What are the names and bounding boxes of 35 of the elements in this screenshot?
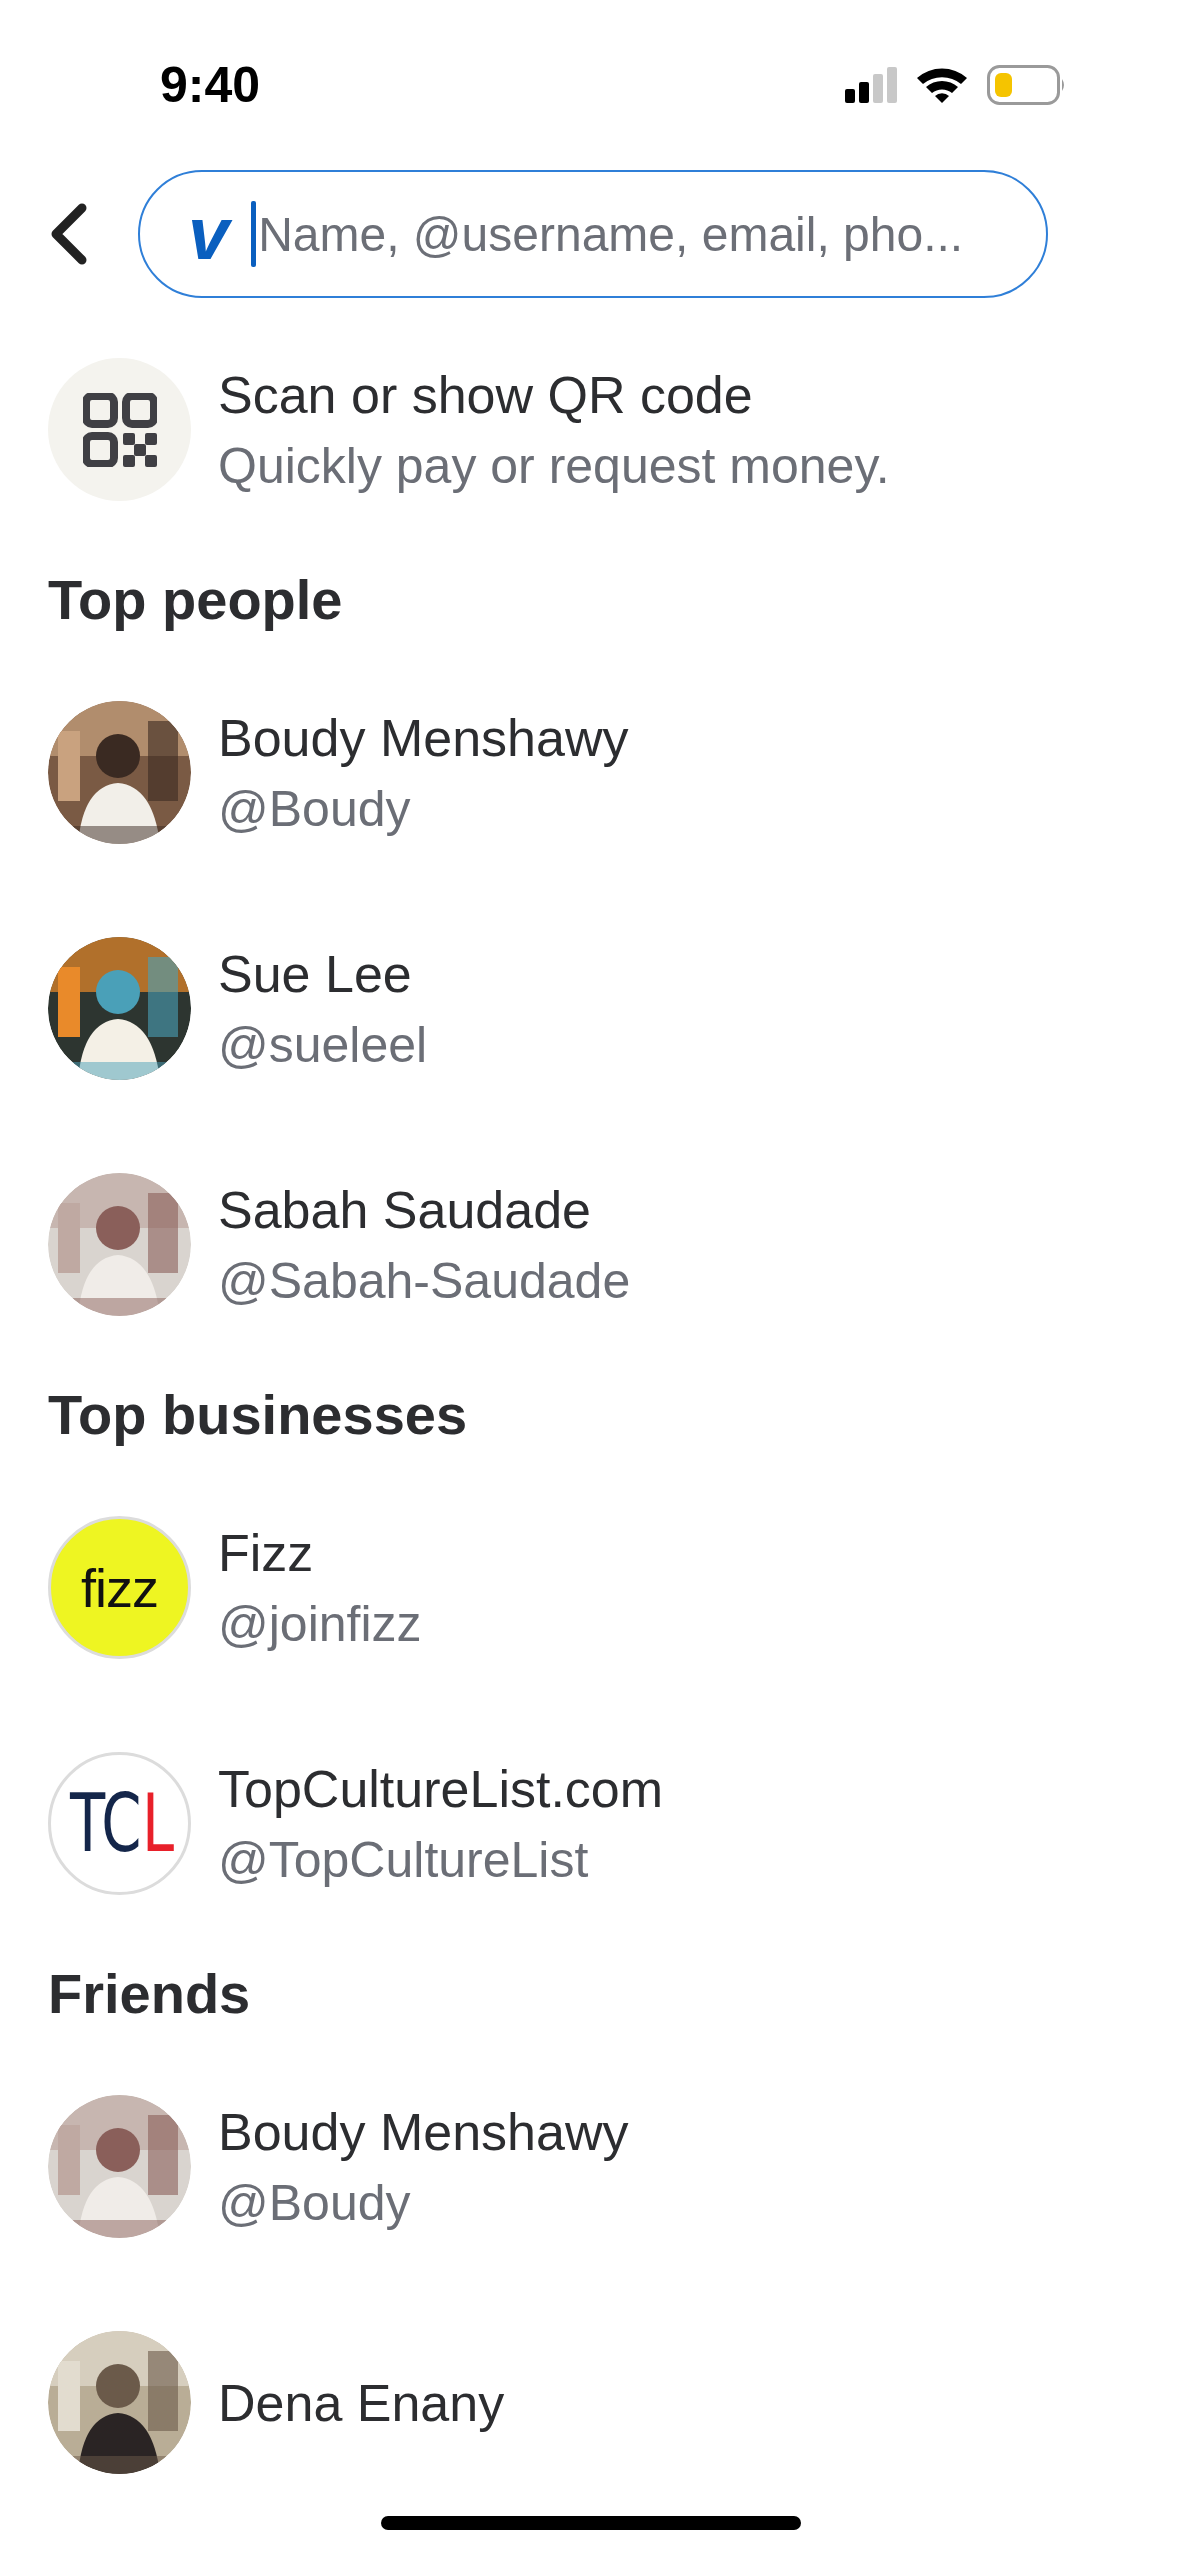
contact-row[interactable]: Sue Lee @sueleel [0,937,1179,1080]
contact-row[interactable]: fizz Fizz @joinfizz [0,1516,1179,1659]
section-title: Friends [47,1961,252,2027]
logo-text: fizz [81,1556,158,1619]
signal-icon [845,67,897,103]
contact-row[interactable]: Boudy Menshawy @Boudy [0,2095,1179,2238]
contact-name: Sue Lee [218,943,413,1005]
contact-name: Fizz [218,1522,315,1584]
contact-name: Dena Enany [218,2372,505,2434]
contact-name: Boudy Menshawy [218,2101,629,2163]
contact-handle: @Boudy [218,779,412,839]
contact-row[interactable]: Boudy Menshawy @Boudy [0,701,1179,844]
section-title: Top businesses [47,1382,469,1448]
contact-handle: @sueleel [218,1015,428,1075]
contact-handle: @Sabah-Saudade [218,1251,631,1311]
qr-subtitle: Quickly pay or request money. [218,436,890,496]
search-field[interactable]: v Name, @username, email, pho... [138,170,1048,298]
contact-row[interactable]: Sabah Saudade @Sabah-Saudade [0,1173,1179,1316]
logo-text: TC [69,1783,142,1864]
contact-row[interactable]: Dena Enany [0,2331,1179,2474]
qr-title: Scan or show QR code [218,364,754,426]
wifi-icon [915,66,969,104]
battery-icon [987,65,1067,105]
status-time: 9:40 [160,56,261,114]
contact-name: TopCultureList.com [218,1758,664,1820]
qr-code-row[interactable]: Scan or show QR code Quickly pay or request money. [0,358,1179,501]
contact-name: Sabah Saudade [218,1179,592,1241]
text-cursor [251,201,257,267]
contact-handle: @joinfizz [218,1594,422,1654]
contact-handle: @TopCultureList [218,1830,590,1890]
section-title: Top people [47,567,344,633]
logo-text: L [142,1783,175,1864]
contact-handle: @Boudy [218,2173,412,2233]
contact-name: Boudy Menshawy [218,707,629,769]
search-input[interactable]: Name, @username, email, pho... [256,199,1019,269]
